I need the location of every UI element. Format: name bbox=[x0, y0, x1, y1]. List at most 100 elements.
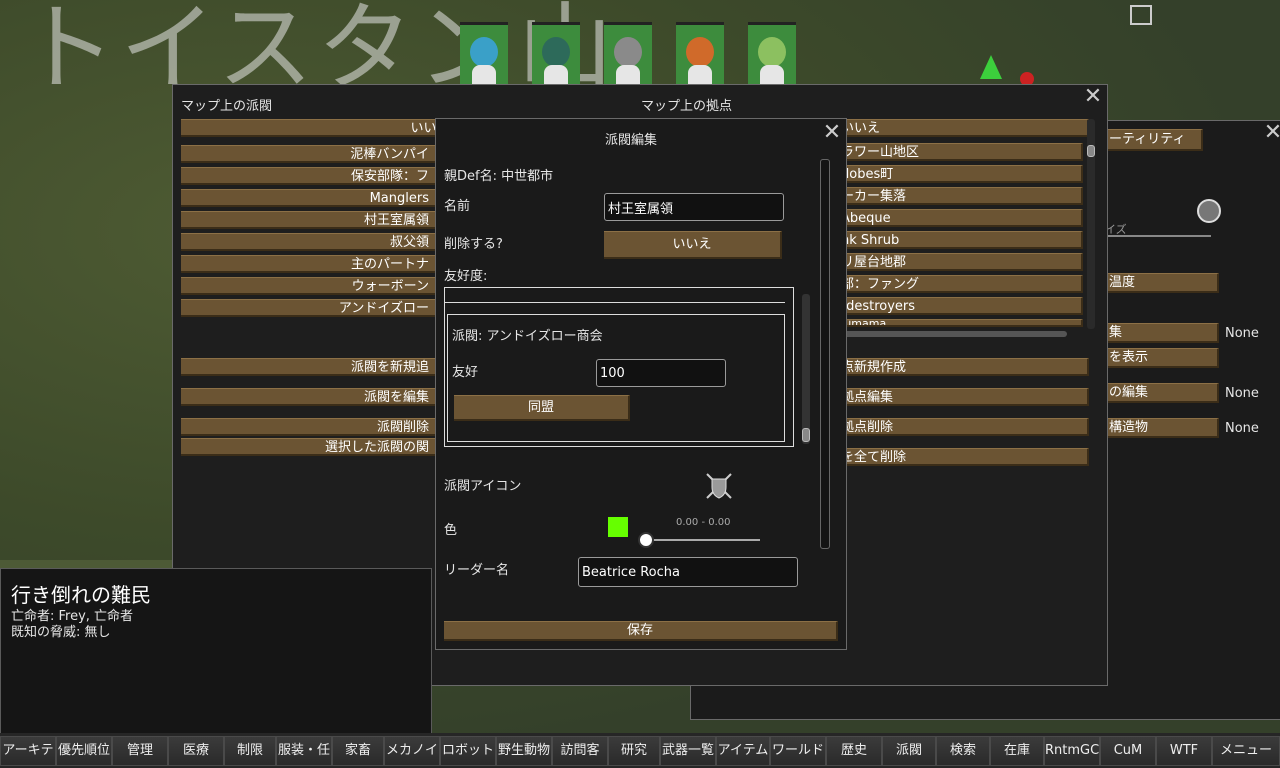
dialog-scrollbar[interactable] bbox=[820, 159, 830, 549]
size-slider[interactable] bbox=[1105, 235, 1211, 237]
new-base-button[interactable]: 点新規作成 bbox=[837, 358, 1089, 376]
base-list-item[interactable]: Abeque bbox=[837, 209, 1083, 227]
ally-button[interactable]: 同盟 bbox=[454, 395, 630, 421]
save-button[interactable]: 保存 bbox=[444, 621, 838, 641]
tab-18[interactable]: 在庫 bbox=[990, 736, 1044, 766]
tab-15[interactable]: 歴史 bbox=[826, 736, 882, 766]
colonist-portrait[interactable] bbox=[748, 22, 796, 89]
base-list-item[interactable]: いいえ bbox=[837, 119, 1089, 137]
utility-button[interactable]: ーティリティ bbox=[1105, 129, 1203, 151]
faction-list-item[interactable]: ウォーボーン bbox=[181, 277, 437, 295]
info-line: 既知の脅威: 無し bbox=[11, 625, 111, 640]
delete-faction-button[interactable]: 派閥削除 bbox=[181, 418, 437, 436]
panel-row-button[interactable]: の編集 bbox=[1105, 383, 1219, 403]
base-list-item[interactable]: nk Shrub bbox=[837, 231, 1083, 249]
temperature-button[interactable]: 温度 bbox=[1105, 273, 1219, 293]
goodwill-header: 友好度: bbox=[444, 269, 488, 284]
relation-faction-label: 派閥: アンドイズロー商会 bbox=[452, 329, 603, 344]
panel-row-value: None bbox=[1225, 386, 1259, 401]
tab-3[interactable]: 医療 bbox=[168, 736, 224, 766]
tab-7[interactable]: メカノイ bbox=[384, 736, 440, 766]
tree-icon bbox=[980, 55, 1002, 79]
color-range-label: 0.00 - 0.00 bbox=[676, 517, 731, 528]
delete-toggle-button[interactable]: いいえ bbox=[604, 231, 782, 259]
tab-17[interactable]: 検索 bbox=[936, 736, 990, 766]
delete-base-button[interactable]: 拠点削除 bbox=[837, 418, 1089, 436]
panel-row-value: None bbox=[1225, 326, 1259, 341]
delete-all-bases-button[interactable]: を全て削除 bbox=[837, 448, 1089, 466]
color-slider[interactable] bbox=[640, 539, 760, 541]
colonist-portrait[interactable] bbox=[532, 22, 580, 89]
tab-10[interactable]: 訪問客 bbox=[552, 736, 608, 766]
tab-13[interactable]: アイテム bbox=[716, 736, 770, 766]
close-icon[interactable]: ✕ bbox=[1263, 122, 1280, 144]
color-label: 色 bbox=[444, 523, 458, 538]
close-icon[interactable]: ✕ bbox=[1083, 86, 1103, 108]
relations-scrollbar[interactable] bbox=[802, 294, 810, 444]
panel-row-button[interactable]: 集 bbox=[1105, 323, 1219, 343]
tab-11[interactable]: 研究 bbox=[608, 736, 660, 766]
tab-20[interactable]: CuM bbox=[1100, 736, 1156, 766]
colonist-portrait[interactable] bbox=[460, 22, 508, 89]
colonist-portrait[interactable] bbox=[676, 22, 724, 89]
tab-9[interactable]: 野生動物 bbox=[496, 736, 552, 766]
parent-def-label: 親Def名: 中世都市 bbox=[444, 169, 554, 184]
edit-faction-button[interactable]: 派閥を編集 bbox=[181, 388, 437, 406]
add-faction-button[interactable]: 派閥を新規追 bbox=[181, 358, 437, 376]
edit-base-button[interactable]: 拠点編集 bbox=[837, 388, 1089, 406]
tab-19[interactable]: RntmGC bbox=[1044, 736, 1100, 766]
tab-12[interactable]: 武器一覧 bbox=[660, 736, 716, 766]
leader-name-input[interactable] bbox=[578, 557, 798, 587]
color-swatch[interactable] bbox=[608, 517, 628, 537]
base-list-item[interactable]: 部：ファング bbox=[837, 275, 1083, 293]
selection-info-panel: 行き倒れの難民 亡命者: Frey, 亡命者 既知の脅威: 無し bbox=[0, 568, 432, 734]
tab-4[interactable]: 制限 bbox=[224, 736, 276, 766]
panel-row-value: None bbox=[1225, 421, 1259, 436]
tab-0[interactable]: アーキテ bbox=[0, 736, 56, 766]
faction-list-item[interactable]: 主のパートナ bbox=[181, 255, 437, 273]
tab-8[interactable]: ロボット bbox=[440, 736, 496, 766]
colonist-portrait[interactable] bbox=[604, 22, 652, 89]
base-list-scrollbar[interactable] bbox=[1087, 119, 1095, 329]
shield-swords-icon[interactable] bbox=[704, 471, 734, 501]
base-list-item[interactable]: Kimama bbox=[837, 319, 1083, 327]
faction-list-item[interactable]: 村王室属領 bbox=[181, 211, 437, 229]
faction-list-item[interactable]: Manglers bbox=[181, 189, 437, 207]
base-list-item[interactable]: ーカー集落 bbox=[837, 187, 1083, 205]
delete-label: 削除する? bbox=[444, 237, 503, 252]
faction-list-item[interactable]: 泥棒バンパイ bbox=[181, 145, 437, 163]
tab-14[interactable]: ワールド bbox=[770, 736, 826, 766]
base-list-hscrollbar[interactable] bbox=[837, 331, 1067, 337]
faction-list-item[interactable]: 保安部隊：フ bbox=[181, 167, 437, 185]
panel-row-button[interactable]: 構造物 bbox=[1105, 418, 1219, 438]
tab-6[interactable]: 家畜 bbox=[332, 736, 384, 766]
faction-list-item[interactable]: アンドイズロー bbox=[181, 299, 437, 317]
base-list-item[interactable]: dobes町 bbox=[837, 165, 1083, 183]
faction-icon-label: 派閥アイコン bbox=[444, 479, 522, 494]
tab-16[interactable]: 派閥 bbox=[882, 736, 936, 766]
color-slider-handle[interactable] bbox=[638, 532, 654, 548]
relation-item: 派閥: アンドイズロー商会 友好 同盟 bbox=[447, 314, 785, 442]
tab-21[interactable]: WTF bbox=[1156, 736, 1212, 766]
faction-list-item[interactable]: 叔父領 bbox=[181, 233, 437, 251]
toggle-knob-icon[interactable] bbox=[1197, 199, 1221, 223]
base-list-item[interactable]: リ屋台地郡 bbox=[837, 253, 1083, 271]
factions-header: マップ上の派閥 bbox=[181, 99, 273, 114]
info-title: 行き倒れの難民 bbox=[11, 583, 151, 607]
faction-relations-button[interactable]: 選択した派閥の関 bbox=[181, 438, 437, 456]
tab-22[interactable]: メニュー bbox=[1212, 736, 1280, 766]
grid-icon[interactable] bbox=[1130, 5, 1152, 25]
tab-5[interactable]: 服装・任 bbox=[276, 736, 332, 766]
bases-header: マップ上の拠点 bbox=[641, 99, 733, 114]
tab-1[interactable]: 優先順位 bbox=[56, 736, 112, 766]
relation-goodwill-label: 友好 bbox=[452, 365, 479, 380]
name-label: 名前 bbox=[444, 199, 471, 214]
goodwill-input[interactable] bbox=[596, 359, 726, 387]
base-list-item[interactable]: tdestroyers bbox=[837, 297, 1083, 315]
faction-name-input[interactable] bbox=[604, 193, 784, 221]
panel-row-button[interactable]: を表示 bbox=[1105, 348, 1219, 368]
relations-list: 派閥: アンドイズロー商会 友好 同盟 bbox=[444, 287, 810, 447]
tab-2[interactable]: 管理 bbox=[112, 736, 168, 766]
base-list-item[interactable]: ラワー山地区 bbox=[837, 143, 1083, 161]
close-icon[interactable]: ✕ bbox=[822, 122, 842, 144]
